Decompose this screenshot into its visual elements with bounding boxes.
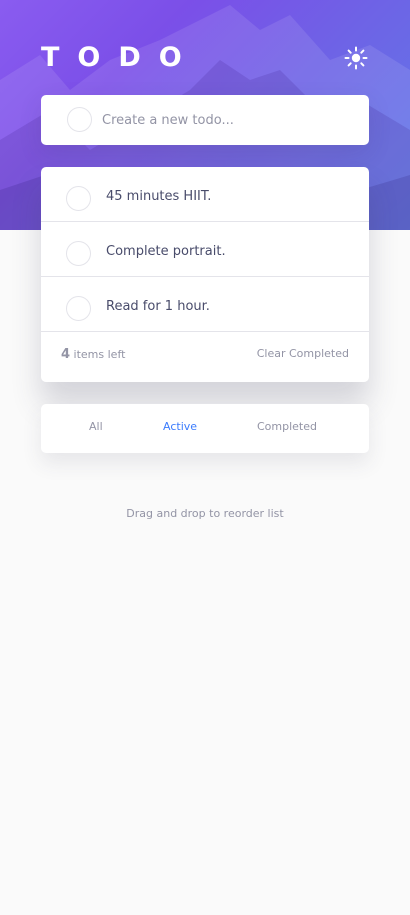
todo-checkbox[interactable] bbox=[66, 186, 91, 211]
todo-item[interactable]: Read for 1 hour. bbox=[41, 277, 369, 332]
filter-completed-button[interactable]: Completed bbox=[257, 420, 317, 433]
todo-label: Read for 1 hour. bbox=[106, 299, 210, 314]
new-todo-checkbox[interactable] bbox=[67, 107, 92, 132]
items-left-count: 4 bbox=[61, 347, 71, 362]
todo-checkbox[interactable] bbox=[66, 241, 91, 266]
new-todo-input[interactable] bbox=[102, 107, 352, 133]
filter-all-button[interactable]: All bbox=[89, 420, 103, 433]
todo-label: Complete portrait. bbox=[106, 244, 226, 259]
filter-bar: All Active Completed bbox=[41, 404, 369, 453]
theme-toggle-button[interactable] bbox=[344, 46, 368, 70]
sun-icon bbox=[344, 46, 368, 70]
todo-item[interactable]: 45 minutes HIIT. bbox=[41, 167, 369, 222]
reorder-hint: Drag and drop to reorder list bbox=[126, 507, 284, 520]
items-left-counter: 4 items left bbox=[61, 347, 125, 362]
items-left-label: items left bbox=[73, 348, 126, 361]
todo-checkbox[interactable] bbox=[66, 296, 91, 321]
app-title: TODO bbox=[41, 42, 200, 73]
todo-item[interactable]: Complete portrait. bbox=[41, 222, 369, 277]
todo-label: 45 minutes HIIT. bbox=[106, 189, 212, 204]
todo-list: 45 minutes HIIT. Complete portrait. Read… bbox=[41, 167, 369, 382]
clear-completed-button[interactable]: Clear Completed bbox=[257, 347, 349, 360]
new-todo-card bbox=[41, 95, 369, 145]
filter-active-button[interactable]: Active bbox=[163, 420, 197, 433]
